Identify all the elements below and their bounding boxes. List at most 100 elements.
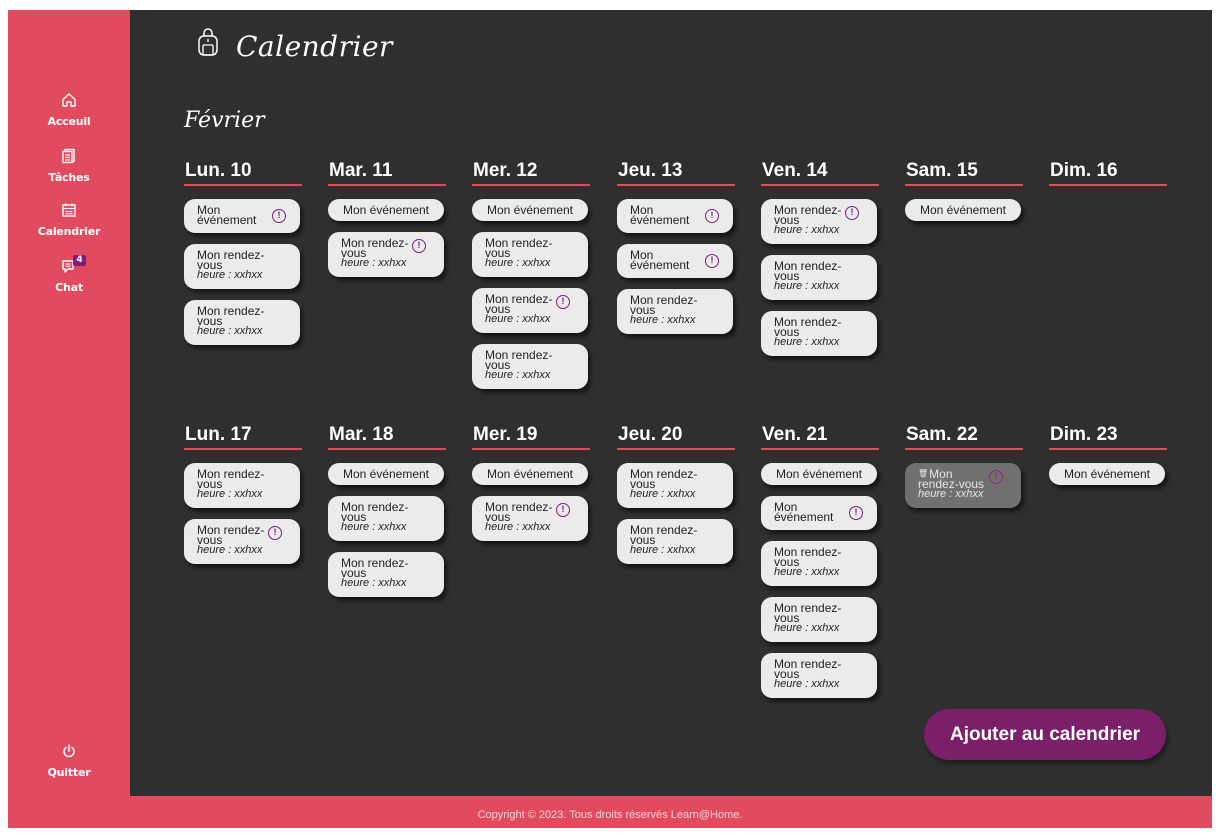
appointment-chip[interactable]: Mon rendez-vous heure : xxhxx [328,552,444,597]
event-label: Mon événement [486,467,574,481]
alert-icon: ! [849,506,863,520]
day-column: Jeu. 20 Mon rendez-vous heure : xxhxx Mon r… [617,424,735,575]
appointment-chip[interactable]: Mon rendez-vous heure : xxhxx [472,232,588,277]
appointment-chip[interactable]: Mon rendez-vous heure : xxhxx [184,463,300,508]
event-label: Mon événement [197,203,257,227]
appointment-chip[interactable]: Mon rendez-vous heure : xxhxx [761,255,877,300]
appointment-chip[interactable]: Mon rendez-vous heure : xxhxx [761,597,877,642]
day-column: Sam. 15 Mon événement [905,160,1023,232]
day-column: Mar. 11 Mon événement Mon rendez-vous heure… [328,160,446,288]
appointment-time: heure : xxhxx [485,257,551,269]
day-header: Mar. 11 [328,160,446,186]
day-header: Mer. 19 [472,424,590,450]
add-to-calendar-button[interactable]: Ajouter au calendrier [924,709,1166,760]
appointment-time: heure : xxhxx [197,544,263,556]
chat-badge: 4 [73,255,86,266]
day-header: Lun. 17 [184,424,302,450]
day-items: Mon événement! Mon rendez-vous heure : xxh… [184,199,302,345]
appointment-time: heure : xxhxx [341,577,407,589]
day-header: Jeu. 20 [617,424,735,450]
day-items: Mon événement Mon rendez-vous heure : xxhx… [472,199,590,389]
event-label: Mon événement [630,203,690,227]
sidebar-item-chat[interactable]: 4 Chat [8,255,130,295]
sidebar-item-label: Calendrier [37,225,101,238]
sidebar-item-home[interactable]: Acceuil [8,92,130,129]
appointment-chip[interactable]: Mon rendez-vous heure : xxhxx [761,653,877,698]
appointment-time: heure : xxhxx [197,488,263,500]
alert-icon: ! [845,206,859,220]
day-header: Mar. 18 [328,424,446,450]
month-title: Février [184,108,265,133]
tasks-icon [62,148,75,164]
day-items: Mon événement [1049,463,1167,485]
appointment-time: heure : xxhxx [341,257,407,269]
appointment-chip[interactable]: Mon rendez-vous heure : xxhxx [184,300,300,345]
appointment-time: heure : xxhxx [774,622,840,634]
appointment-chip[interactable]: Mon rendez-vous heure : xxhxx [617,519,733,564]
appointment-time: heure : xxhxx [630,544,696,556]
event-label: Mon événement [919,203,1007,217]
appointment-chip[interactable]: Mon rendez-vous heure : xxhxx! [184,519,300,564]
quit-label: Quitter [47,766,91,779]
event-chip[interactable]: Mon événement [472,463,588,485]
home-icon [62,93,76,107]
appointment-chip[interactable]: Mon rendez-vous heure : xxhxx [472,344,588,389]
day-items: Mon événement [905,199,1023,221]
appointment-time: heure : xxhxx [774,280,840,292]
day-column: Dim. 16 [1049,160,1167,199]
alert-icon: ! [268,526,282,540]
alert-icon: ! [412,239,426,253]
appointment-time: heure : xxhxx [630,488,696,500]
alert-icon: ! [989,470,1003,484]
event-chip[interactable]: Mon événement [761,463,877,485]
appointment-chip[interactable]: Mon rendez-vous heure : xxhxx [761,311,877,356]
day-header: Ven. 14 [761,160,879,186]
day-column: Sam. 22 🗑Mon rendez-vous heure : xxhxx! [905,424,1023,519]
appointment-chip[interactable]: Mon rendez-vous heure : xxhxx [617,289,733,334]
alert-icon: ! [705,209,719,223]
appointment-time: heure : xxhxx [485,369,551,381]
day-items: Mon événement Mon rendez-vous heure : xxhx… [472,463,590,541]
appointment-chip[interactable]: Mon rendez-vous heure : xxhxx! [472,496,588,541]
sidebar-item-calendar[interactable]: Calendrier [8,202,130,239]
event-chip[interactable]: Mon événement [328,199,444,221]
day-items: Mon événement Mon rendez-vous heure : xxhx… [328,199,446,277]
appointment-time: heure : xxhxx [341,521,407,533]
event-chip[interactable]: Mon événement! [617,199,733,233]
day-column: Mer. 12 Mon événement Mon rendez-vous heure… [472,160,590,400]
day-column: Lun. 10 Mon événement! Mon rendez-vous heur… [184,160,302,356]
event-chip[interactable]: Mon événement! [184,199,300,233]
appointment-time: heure : xxhxx [485,313,551,325]
appointment-chip[interactable]: Mon rendez-vous heure : xxhxx! [328,232,444,277]
appointment-time: heure : xxhxx [197,325,263,337]
day-items: Mon rendez-vous heure : xxhxx! Mon rendez-… [761,199,879,356]
appointment-chip[interactable]: Mon rendez-vous heure : xxhxx [184,244,300,289]
day-header: Dim. 16 [1049,160,1167,186]
day-column: Lun. 17 Mon rendez-vous heure : xxhxx Mon r… [184,424,302,575]
appointment-chip[interactable]: Mon rendez-vous heure : xxhxx! [761,199,877,244]
day-items: Mon rendez-vous heure : xxhxx Mon rendez-v… [184,463,302,564]
event-chip[interactable]: Mon événement! [761,496,877,530]
appointment-chip[interactable]: Mon rendez-vous heure : xxhxx [617,463,733,508]
appointment-time: heure : xxhxx [774,224,840,236]
appointment-chip[interactable]: Mon rendez-vous heure : xxhxx [328,496,444,541]
calendar-icon [62,203,76,217]
appointment-chip[interactable]: 🗑Mon rendez-vous heure : xxhxx! [905,463,1021,508]
event-chip[interactable]: Mon événement [905,199,1021,221]
event-chip[interactable]: Mon événement! [617,244,733,278]
page-title: Calendrier [236,30,393,63]
event-chip[interactable]: Mon événement [1049,463,1165,485]
event-label: Mon événement [342,467,430,481]
appointment-chip[interactable]: Mon rendez-vous heure : xxhxx! [472,288,588,333]
day-column: Mer. 19 Mon événement Mon rendez-vous heure… [472,424,590,552]
event-chip[interactable]: Mon événement [472,199,588,221]
sidebar-item-tasks[interactable]: Tâches [8,148,130,185]
day-header: Lun. 10 [184,160,302,186]
day-header: Ven. 21 [761,424,879,450]
event-chip[interactable]: Mon événement [328,463,444,485]
appointment-chip[interactable]: Mon rendez-vous heure : xxhxx [761,541,877,586]
day-header: Sam. 15 [905,160,1023,186]
footer: Copyright © 2023. Tous droits réservés L… [8,796,1212,828]
quit-button[interactable]: Quitter [8,743,130,780]
appointment-time: heure : xxhxx [485,521,551,533]
